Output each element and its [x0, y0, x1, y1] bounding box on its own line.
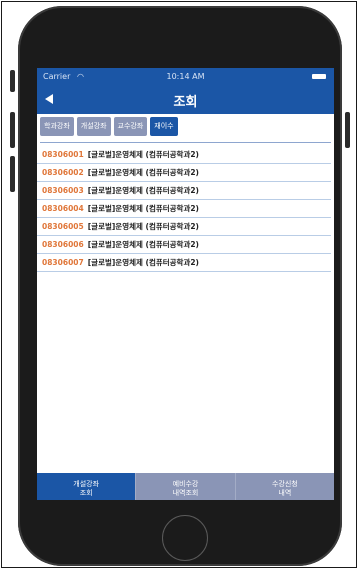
- tab-open-courses[interactable]: 개설강좌: [76, 117, 111, 136]
- bottom-tab-label-line1: 예비수강: [172, 479, 199, 488]
- bottom-tab-bar: 개설강좌 조회 예비수강 내역조회 수강신청 내역: [37, 473, 334, 500]
- bottom-tab-label-line1: 수강신청: [271, 479, 298, 488]
- tab-divider: [40, 142, 331, 143]
- bottom-tab-label-line2: 내역조회: [172, 488, 199, 497]
- nav-header: Carrier ◠ 10:14 AM 조회: [37, 68, 334, 114]
- course-code: 08306006: [42, 240, 84, 249]
- course-code: 08306002: [42, 168, 84, 177]
- course-title: [글로벌]운영체제 (컴퓨터공학과2): [87, 186, 199, 195]
- side-button-mute: [10, 70, 15, 92]
- side-button-volume-up: [10, 112, 15, 148]
- course-title: [글로벌]운영체제 (컴퓨터공학과2): [87, 150, 199, 159]
- list-item[interactable]: 08306005 [글로벌]운영체제 (컴퓨터공학과2): [37, 218, 331, 236]
- course-title: [글로벌]운영체제 (컴퓨터공학과2): [87, 168, 199, 177]
- status-time: 10:14 AM: [166, 72, 205, 81]
- course-code: 08306003: [42, 186, 84, 195]
- bottom-tab-label-line1: 개설강좌: [73, 479, 100, 488]
- bottom-tab-open-course-inquiry[interactable]: 개설강좌 조회: [37, 473, 136, 500]
- course-title: [글로벌]운영체제 (컴퓨터공학과2): [87, 240, 199, 249]
- status-bar: Carrier ◠ 10:14 AM: [37, 72, 334, 84]
- bottom-tab-preliminary-history[interactable]: 예비수강 내역조회: [135, 473, 235, 500]
- list-item[interactable]: 08306007 [글로벌]운영체제 (컴퓨터공학과2): [37, 254, 331, 272]
- list-item[interactable]: 08306006 [글로벌]운영체제 (컴퓨터공학과2): [37, 236, 331, 254]
- bottom-tab-label-line2: 조회: [79, 488, 93, 497]
- course-code: 08306005: [42, 222, 84, 231]
- course-title: [글로벌]운영체제 (컴퓨터공학과2): [87, 258, 199, 267]
- course-code: 08306007: [42, 258, 84, 267]
- bottom-tab-registration-history[interactable]: 수강신청 내역: [234, 473, 334, 500]
- list-item[interactable]: 08306001 [글로벌]운영체제 (컴퓨터공학과2): [37, 146, 331, 164]
- course-code: 08306004: [42, 204, 84, 213]
- home-button[interactable]: [162, 515, 208, 561]
- category-tabs: 학과강좌 개설강좌 교수강좌 재이수: [40, 117, 178, 137]
- list-item[interactable]: 08306002 [글로벌]운영체제 (컴퓨터공학과2): [37, 164, 331, 182]
- list-item[interactable]: 08306003 [글로벌]운영체제 (컴퓨터공학과2): [37, 182, 331, 200]
- side-button-volume-down: [10, 156, 15, 192]
- course-title: [글로벌]운영체제 (컴퓨터공학과2): [87, 204, 199, 213]
- course-title: [글로벌]운영체제 (컴퓨터공학과2): [87, 222, 199, 231]
- battery-icon: [312, 74, 326, 79]
- tab-professor-courses[interactable]: 교수강좌: [113, 117, 148, 136]
- app-screen: Carrier ◠ 10:14 AM 조회 학과강좌 개설강좌 교수강좌 재이수…: [37, 68, 334, 500]
- course-code: 08306001: [42, 150, 84, 159]
- side-button-power: [345, 112, 350, 148]
- bottom-tab-label-line2: 내역: [278, 488, 292, 497]
- page-title: 조회: [173, 95, 198, 110]
- tab-retake[interactable]: 재이수: [150, 117, 178, 136]
- tab-department-courses[interactable]: 학과강좌: [40, 117, 74, 136]
- list-item[interactable]: 08306004 [글로벌]운영체제 (컴퓨터공학과2): [37, 200, 331, 218]
- course-list: 08306001 [글로벌]운영체제 (컴퓨터공학과2) 08306002 [글로벌…: [37, 146, 334, 272]
